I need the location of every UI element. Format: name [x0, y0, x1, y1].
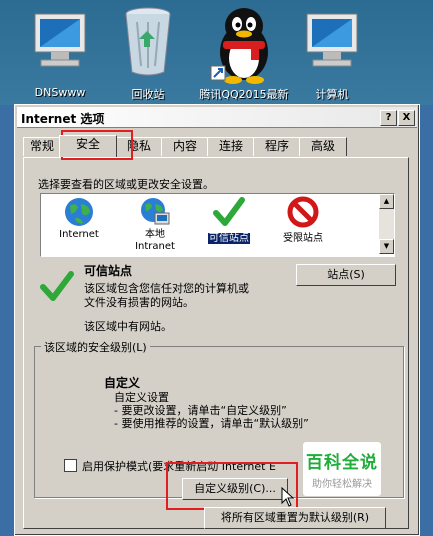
group-label: 该区域的安全级别(L)	[41, 339, 150, 355]
desktop-icon-label: DNSwww	[34, 86, 86, 99]
scroll-down-button[interactable]: ▼	[379, 239, 394, 254]
zone-status: 该区域中有网站。	[84, 320, 172, 333]
tab-programs[interactable]: 程序	[253, 137, 301, 156]
desktop-icon-qq[interactable]: 腾讯QQ2015最新	[196, 4, 292, 101]
zone-title: 可信站点	[84, 264, 133, 278]
watermark: 百科全说 助你轻松解决	[303, 442, 381, 496]
tab-advanced[interactable]: 高级	[299, 137, 347, 156]
qq-penguin-icon	[210, 8, 268, 84]
level-line: - 要使用推荐的设置，请单击“默认级别”	[114, 417, 309, 430]
zone-prompt: 选择要查看的区域或更改安全设置。	[38, 178, 214, 191]
desktop: DNSwww 回收站 腾讯QQ2015最新 计算机	[0, 0, 433, 105]
checkmark-icon	[213, 197, 245, 226]
watermark-title: 百科全说	[306, 453, 378, 473]
level-line: 自定义设置	[114, 391, 169, 404]
zone-list: Internet 本地 Intranet 可信站点 受限站点 ▲ ▼	[40, 193, 395, 257]
zone-restricted-sites[interactable]: 受限站点	[273, 194, 333, 244]
scroll-up-button[interactable]: ▲	[379, 194, 394, 209]
tab-general[interactable]: 常规	[23, 137, 61, 156]
desktop-icon-dnswww[interactable]: DNSwww	[18, 4, 102, 99]
level-description: 自定义设置 - 要更改设置，请单击“自定义级别” - 要使用推荐的设置，请单击“…	[114, 391, 309, 430]
zone-label: Internet	[59, 229, 99, 240]
no-entry-icon	[287, 196, 319, 228]
recycle-bin-icon	[125, 7, 171, 76]
intranet-icon	[141, 198, 170, 225]
desktop-icon-recycle-bin[interactable]: 回收站	[106, 4, 190, 101]
zone-trusted-sites[interactable]: 可信站点	[199, 194, 259, 244]
tab-connections[interactable]: 连接	[207, 137, 255, 156]
mouse-cursor-icon	[281, 487, 295, 507]
trusted-checkmark-icon	[40, 271, 74, 301]
protected-mode-checkbox[interactable]	[64, 459, 77, 472]
zone-description: 该区域包含您信任对您的计算机或 文件没有损害的网站。	[84, 282, 249, 309]
reset-all-zones-button[interactable]: 将所有区域重置为默认级别(R)	[204, 507, 386, 529]
desktop-icon-label: 腾讯QQ2015最新	[199, 88, 289, 101]
sites-button[interactable]: 站点(S)	[296, 264, 396, 286]
desktop-icon-label: 计算机	[315, 88, 349, 101]
zone-label: 受限站点	[283, 233, 323, 244]
window-title: Internet 选项	[21, 112, 105, 126]
desktop-icon-label: 回收站	[131, 88, 165, 101]
custom-level-highlight	[166, 462, 298, 510]
zone-label: 本地 Intranet	[135, 229, 175, 252]
zone-internet[interactable]: Internet	[49, 194, 109, 240]
watermark-subtitle: 助你轻松解决	[312, 479, 372, 490]
globe-icon	[65, 198, 93, 226]
level-title: 自定义	[104, 376, 141, 390]
zone-local-intranet[interactable]: 本地 Intranet	[125, 194, 185, 253]
close-button[interactable]: X	[398, 110, 415, 126]
computer-icon	[306, 13, 358, 67]
zone-label: 可信站点	[208, 233, 250, 244]
help-button[interactable]: ?	[380, 110, 397, 126]
title-bar[interactable]: Internet 选项 ? X	[17, 107, 417, 128]
desktop-icon-computer[interactable]: 计算机	[290, 4, 374, 101]
level-line: - 要更改设置，请单击“自定义级别”	[114, 404, 287, 417]
tab-content[interactable]: 内容	[161, 137, 209, 156]
zone-scrollbar[interactable]: ▲ ▼	[379, 194, 394, 254]
computer-icon	[34, 13, 86, 67]
tab-security[interactable]: 安全	[59, 135, 117, 157]
